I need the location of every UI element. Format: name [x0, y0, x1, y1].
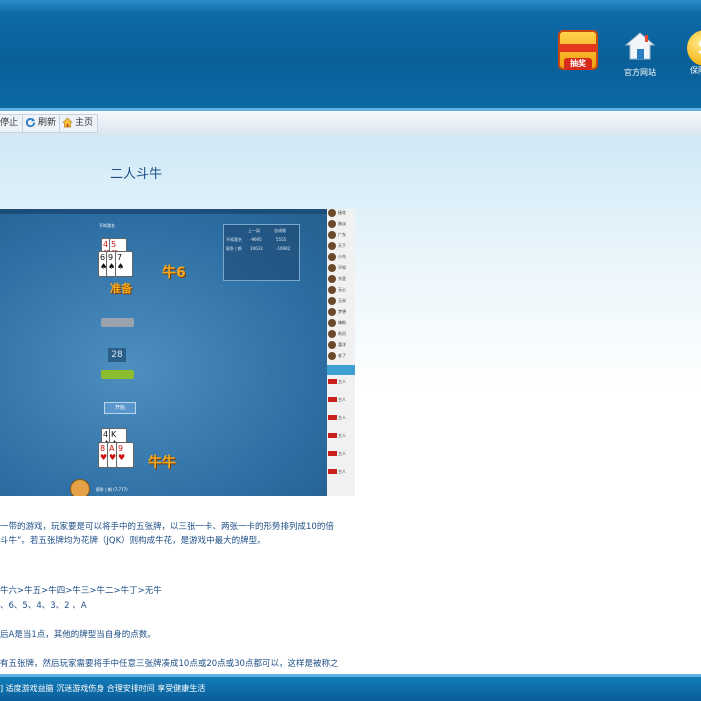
card-order-text: 、6、5、4、3、2 、A — [0, 601, 87, 611]
home-button[interactable]: 主页 — [59, 114, 99, 133]
home-icon — [62, 117, 73, 128]
refresh-button[interactable]: 刷新 — [22, 114, 62, 133]
paragraph-text: 后A是当1点，其他的牌型当自身的点数。 — [0, 630, 156, 640]
bottom-result: 牛牛 — [148, 455, 176, 471]
coin-icon[interactable]: $ — [687, 30, 701, 66]
ready-status: 准备 — [110, 282, 132, 295]
start-button[interactable]: 开始 — [104, 402, 136, 414]
card: 9 ♥ — [116, 442, 134, 468]
lottery-badge: 抽奖 — [564, 58, 592, 70]
official-site-label: 官方网站 — [624, 68, 656, 77]
app-header: 抽奖 官方网站 $ 保险 — [0, 0, 701, 111]
game-table: 不知我名 上一局 总成绩 不知我名 -9695 5555 醉卧 | 鹤 1063… — [0, 214, 327, 496]
paragraph-text: 有五张牌，然后玩家需要将手中任意三张牌凑成10点或20点或30点都可以，这样是被… — [0, 659, 339, 669]
lottery-button[interactable]: 抽奖 — [553, 30, 603, 70]
bottom-player-name: 醉卧 | 鹤 (7,777) — [96, 487, 128, 492]
top-result: 牛6 — [162, 265, 186, 281]
page-title: 二人斗牛 — [110, 167, 163, 182]
card: 7 ♠ — [115, 251, 133, 277]
footer-bar: ] 适度游戏益脑 沉迷游戏伤身 合理安排时间 享受健康生活 — [0, 674, 701, 701]
gift-box-icon: 抽奖 — [558, 30, 598, 70]
browser-toolbar: 停止 刷新 主页 — [0, 111, 701, 136]
ranking-text: 牛六>牛五>牛四>牛三>牛二>牛丁>无牛 — [0, 586, 162, 596]
player-list: 接花 暗淡 广东 天下 小鸟 不知 东里 无心 玉米 梦想 嗨哟 秋风 喜洋 老… — [327, 209, 355, 496]
home-label: 主页 — [75, 118, 94, 128]
health-notice: ] 适度游戏益脑 沉迷游戏伤身 合理安排时间 享受健康生活 — [0, 684, 206, 693]
countdown-timer: 28 — [108, 348, 126, 362]
stop-label: 停止 — [0, 118, 19, 128]
refresh-label: 刷新 — [38, 118, 57, 128]
slot-bar — [101, 318, 134, 327]
home-icon — [624, 32, 656, 60]
stop-button[interactable]: 停止 — [0, 114, 24, 133]
score-panel: 上一局 总成绩 不知我名 -9695 5555 醉卧 | 鹤 10633 -10… — [223, 224, 300, 281]
player-avatar — [70, 479, 90, 496]
top-player-name: 不知我名 — [99, 223, 115, 228]
slot-bar — [101, 370, 134, 379]
page-content: 二人斗牛 不知我名 上一局 总成绩 不知我名 -9695 5555 醉卧 | 鹤… — [0, 135, 701, 674]
refresh-icon — [25, 117, 36, 128]
official-site-button[interactable]: 官方网站 — [615, 30, 665, 78]
paragraph-text: 一带的游戏，玩家要是可以将手中的五张牌，以三张一卡、两张一卡的形势排列成10的倍 — [0, 522, 334, 532]
paragraph-text: 斗牛”。若五张牌均为花牌（JQK）则构成牛花，是游戏中最大的牌型。 — [0, 536, 266, 546]
insurance-label: 保险 — [690, 66, 701, 75]
game-screenshot: 不知我名 上一局 总成绩 不知我名 -9695 5555 醉卧 | 鹤 1063… — [0, 209, 355, 496]
